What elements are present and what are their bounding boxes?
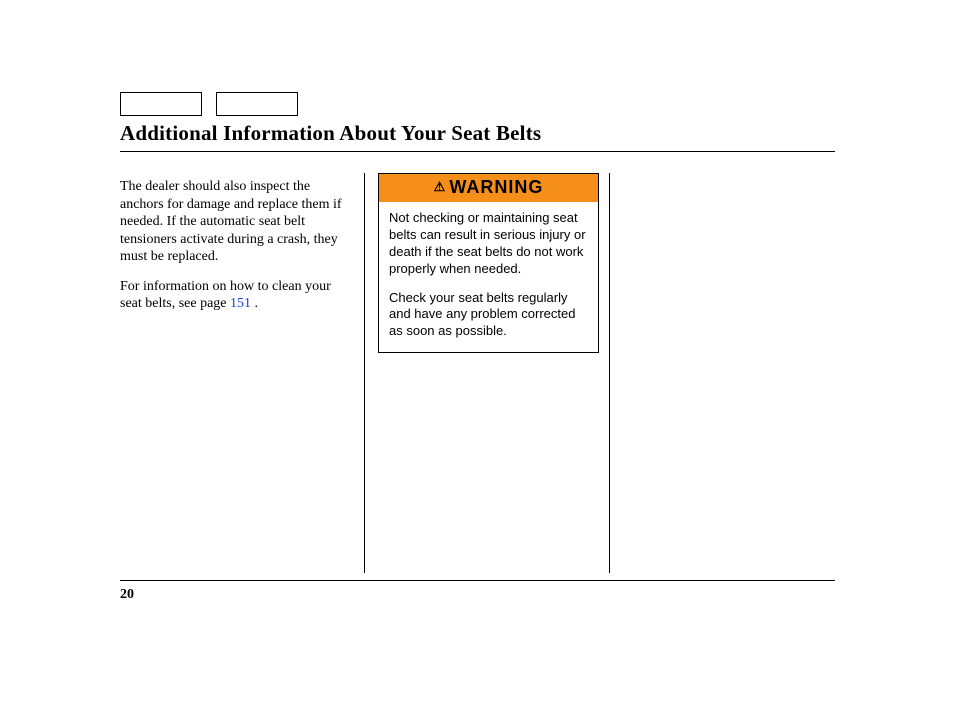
page-number: 20 <box>120 587 134 603</box>
body-column-1: The dealer should also inspect the ancho… <box>120 178 350 325</box>
body-paragraph: For information on how to clean your sea… <box>120 278 350 313</box>
heading-rule <box>120 151 835 152</box>
warning-body: Not checking or maintaining seat belts c… <box>379 202 598 352</box>
column-separator <box>364 173 365 573</box>
body-paragraph: The dealer should also inspect the ancho… <box>120 178 350 266</box>
warning-box: ⚠WARNING Not checking or maintaining sea… <box>378 173 599 353</box>
header-placeholder-box <box>216 92 298 116</box>
body-text: . <box>251 296 258 311</box>
page-reference-link[interactable]: 151 <box>230 296 251 311</box>
section-heading: Additional Information About Your Seat B… <box>120 121 541 146</box>
warning-label: WARNING <box>449 177 543 197</box>
footer-rule <box>120 580 835 581</box>
column-separator <box>609 173 610 573</box>
warning-paragraph: Not checking or maintaining seat belts c… <box>389 210 588 278</box>
warning-header: ⚠WARNING <box>379 174 598 202</box>
manual-page: Additional Information About Your Seat B… <box>0 0 954 710</box>
warning-triangle-icon: ⚠ <box>434 179 447 194</box>
warning-paragraph: Check your seat belts regularly and have… <box>389 290 588 341</box>
body-text: For information on how to clean your sea… <box>120 279 331 312</box>
header-placeholder-boxes <box>120 92 312 116</box>
header-placeholder-box <box>120 92 202 116</box>
